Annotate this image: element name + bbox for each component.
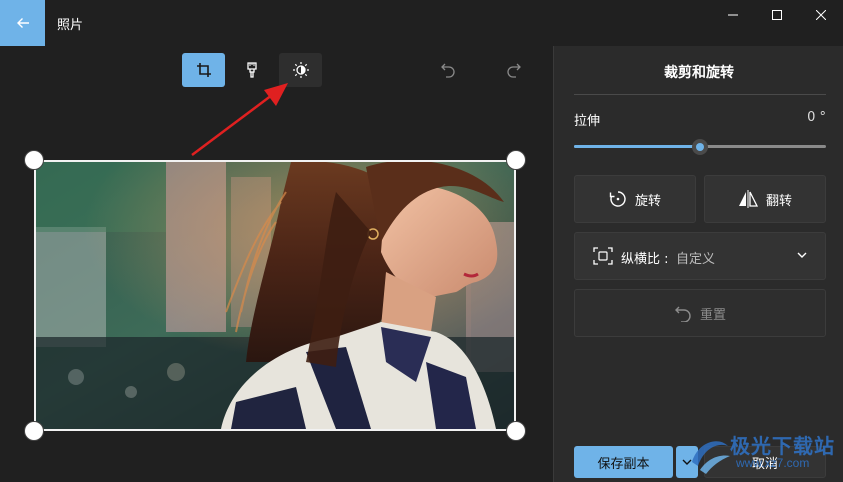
aspect-ratio-value: 自定义 bbox=[676, 252, 716, 267]
divider bbox=[574, 94, 826, 95]
crop-handle-top-left[interactable] bbox=[24, 150, 44, 170]
maximize-icon bbox=[771, 10, 782, 20]
slider-fill bbox=[574, 145, 700, 148]
arrow-left-icon bbox=[16, 18, 29, 28]
rotate-label: 旋转 bbox=[634, 193, 661, 209]
undo-button[interactable] bbox=[426, 53, 469, 87]
stretch-value: 0 ° bbox=[807, 110, 826, 125]
cancel-button[interactable]: 取消 bbox=[704, 446, 826, 478]
rotate-icon bbox=[609, 191, 626, 207]
crop-handle-bottom-right[interactable] bbox=[506, 421, 526, 441]
reset-icon bbox=[674, 306, 691, 322]
image-editor bbox=[0, 46, 553, 482]
aspect-ratio-icon bbox=[593, 247, 613, 265]
redo-button[interactable] bbox=[492, 53, 535, 87]
maximize-button[interactable] bbox=[754, 0, 799, 30]
flip-button[interactable]: 翻转 bbox=[704, 175, 826, 223]
app-title: 照片 bbox=[57, 18, 84, 33]
undo-icon bbox=[440, 63, 455, 78]
stretch-slider[interactable] bbox=[574, 138, 826, 156]
stretch-label: 拉伸 bbox=[574, 114, 601, 129]
save-copy-button[interactable]: 保存副本 bbox=[574, 446, 673, 478]
rotate-button[interactable]: 旋转 bbox=[574, 175, 696, 223]
save-options-button[interactable] bbox=[676, 446, 698, 478]
photo-image bbox=[36, 162, 514, 429]
crop-handle-top-right[interactable] bbox=[506, 150, 526, 170]
redo-icon bbox=[506, 63, 521, 78]
title-bar: 照片 bbox=[0, 0, 843, 46]
minimize-button[interactable] bbox=[710, 0, 755, 30]
panel-title: 裁剪和旋转 bbox=[664, 65, 734, 81]
aspect-ratio-label: 纵横比 : bbox=[621, 252, 669, 267]
reset-button[interactable]: 重置 bbox=[574, 289, 826, 337]
crop-rotate-panel: 裁剪和旋转 拉伸 0 ° 旋转 翻转 纵横比 : 自定义 重置 保存副本 取消 bbox=[553, 46, 843, 482]
aspect-ratio-dropdown[interactable]: 纵横比 : 自定义 bbox=[574, 232, 826, 280]
crop-handle-bottom-left[interactable] bbox=[24, 421, 44, 441]
flip-icon bbox=[738, 190, 758, 208]
slider-thumb[interactable] bbox=[692, 139, 708, 155]
chevron-down-icon bbox=[682, 459, 692, 465]
reset-label: 重置 bbox=[699, 307, 726, 323]
close-button[interactable] bbox=[798, 0, 843, 30]
flip-label: 翻转 bbox=[765, 193, 792, 209]
close-icon bbox=[815, 10, 826, 20]
photo-preview[interactable] bbox=[34, 160, 516, 431]
annotation-arrow bbox=[191, 83, 288, 156]
back-button[interactable] bbox=[0, 0, 45, 46]
minimize-icon bbox=[727, 14, 738, 16]
chevron-down-icon bbox=[797, 252, 807, 258]
